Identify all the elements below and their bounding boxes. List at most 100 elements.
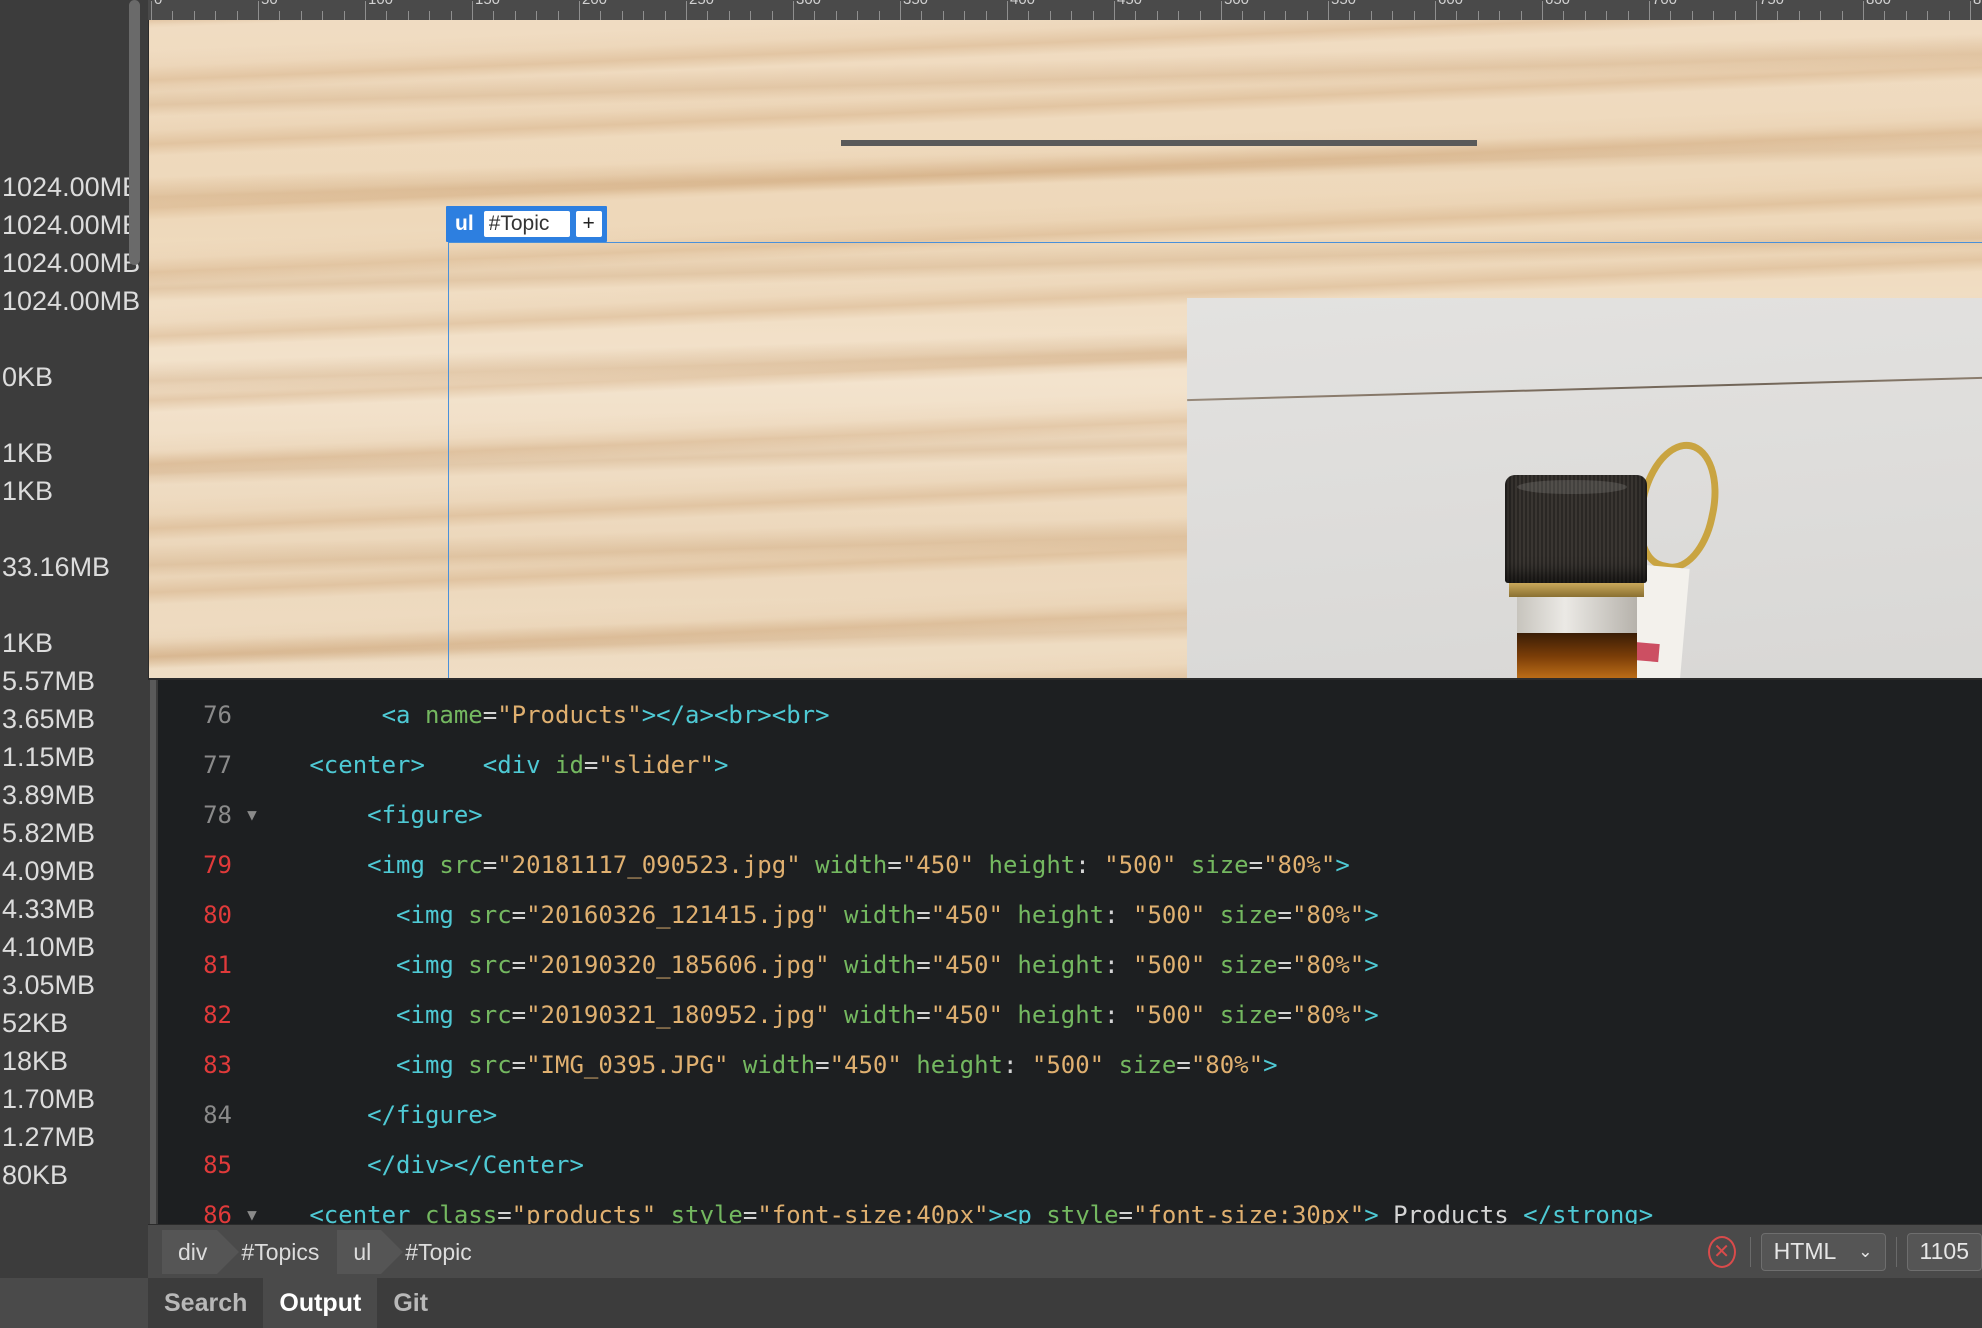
ruler-minor-tick — [1135, 11, 1136, 20]
ruler-minor-tick — [1820, 11, 1821, 20]
code-line[interactable]: 77 <center> <div id="slider"> — [158, 740, 1982, 790]
line-number: 81 — [203, 951, 232, 979]
file-size-item[interactable]: 3.65MB — [0, 700, 140, 738]
sidebar-vertical-scrollbar[interactable] — [129, 0, 140, 265]
ruler-minor-tick — [1178, 11, 1179, 20]
ruler-minor-tick — [1906, 11, 1907, 20]
element-id-input[interactable] — [483, 211, 570, 237]
file-size-item[interactable]: 1KB — [0, 472, 140, 510]
file-size-item[interactable]: 33.16MB — [0, 548, 140, 586]
file-size-item[interactable]: 1.27MB — [0, 1118, 140, 1156]
file-size-item[interactable]: 1KB — [0, 434, 140, 472]
error-indicator-icon[interactable]: ✕ — [1707, 1235, 1736, 1268]
chevron-down-icon: ⌄ — [1858, 1241, 1873, 1261]
breadcrumb-item[interactable]: ul — [337, 1229, 404, 1274]
ruler-minor-tick — [622, 11, 623, 20]
ruler-label: 200 — [582, 0, 607, 8]
ruler-minor-tick — [986, 11, 987, 20]
bottom-tab-output[interactable]: Output — [263, 1278, 378, 1328]
editor-vertical-scrollbar[interactable] — [150, 680, 156, 1224]
code-text: <img src="20181117_090523.jpg" width="45… — [367, 851, 1350, 879]
ruler-major-tick — [258, 1, 259, 20]
element-inspector-widget[interactable]: ul + — [446, 206, 607, 242]
code-line[interactable]: 85 </div></Center> — [158, 1140, 1982, 1190]
ruler-major-tick — [1435, 1, 1436, 20]
code-text: <a name="Products"></a><br><br> — [381, 701, 830, 729]
file-size-item[interactable]: 1024.00MB — [0, 244, 140, 282]
line-number: 80 — [203, 901, 232, 929]
code-line[interactable]: 81 <img src="20190320_185606.jpg" width=… — [158, 940, 1982, 990]
code-text: <center> <div id="slider"> — [309, 751, 729, 779]
ruler-minor-tick — [215, 11, 216, 20]
file-size-item[interactable]: 1024.00MB — [0, 206, 140, 244]
ruler-major-tick — [793, 1, 794, 20]
code-line[interactable]: 78 ▼ <figure> — [158, 790, 1982, 840]
bottom-tab-git[interactable]: Git — [377, 1278, 444, 1328]
code-line[interactable]: 84 </figure> — [158, 1090, 1982, 1140]
file-size-item[interactable]: 3.05MB — [0, 966, 140, 1004]
ruler-label: 150 — [475, 0, 500, 8]
breadcrumb-item[interactable]: #Topic — [403, 1230, 481, 1274]
code-line[interactable]: 82 <img src="20190321_180952.jpg" width=… — [158, 990, 1982, 1040]
ruler-label: 400 — [1010, 0, 1035, 8]
product-photo[interactable] — [1187, 298, 1982, 678]
ruler-minor-tick — [1242, 11, 1243, 20]
ruler-minor-tick — [1799, 11, 1800, 20]
ruler-major-tick — [900, 1, 901, 20]
code-text: <img src="20190320_185606.jpg" width="45… — [396, 951, 1379, 979]
ruler-minor-tick — [1264, 11, 1265, 20]
cursor-position-indicator[interactable]: 1105 — [1906, 1232, 1982, 1271]
code-line[interactable]: 76 <a name="Products"></a><br><br> — [158, 690, 1982, 740]
language-label: HTML — [1773, 1238, 1837, 1264]
file-size-item[interactable]: 1.70MB — [0, 1080, 140, 1118]
ruler-minor-tick — [1585, 11, 1586, 20]
live-preview-pane[interactable]: ul + — [148, 20, 1982, 678]
file-size-item[interactable]: 52KB — [0, 1004, 140, 1042]
ruler-label: 250 — [689, 0, 714, 8]
line-number: 83 — [203, 1051, 232, 1079]
line-number: 82 — [203, 1001, 232, 1029]
ruler-minor-tick — [1606, 11, 1607, 20]
bottom-tab-search[interactable]: Search — [148, 1278, 263, 1328]
file-size-item[interactable]: 1.15MB — [0, 738, 140, 776]
code-text: </div></Center> — [367, 1151, 584, 1179]
file-size-item[interactable]: 5.82MB — [0, 814, 140, 852]
file-size-item[interactable]: 3.89MB — [0, 776, 140, 814]
bottom-panel-tabs[interactable]: Search Output Git — [148, 1278, 1982, 1328]
code-editor[interactable]: 76 <a name="Products"></a><br><br> 77 <ce… — [148, 678, 1982, 1224]
file-size-item[interactable]: 4.10MB — [0, 928, 140, 966]
file-size-item[interactable]: 1024.00MB — [0, 282, 140, 320]
editor-gutter-bar — [148, 680, 158, 1224]
code-lines[interactable]: 76 <a name="Products"></a><br><br> 77 <ce… — [158, 690, 1982, 1224]
file-size-sidebar[interactable]: 1024.00MB 1024.00MB 1024.00MB 1024.00MB 0KB 1… — [0, 0, 150, 1328]
code-line[interactable]: 86 ▼ <center class="products" style="font… — [158, 1190, 1982, 1224]
ruler-minor-tick — [1414, 11, 1415, 20]
size-group-spacer — [0, 586, 140, 624]
bottle-gold-collar — [1509, 583, 1644, 597]
code-line[interactable]: 83 <img src="IMG_0395.JPG" width="450" h… — [158, 1040, 1982, 1090]
file-size-item[interactable]: 80KB — [0, 1156, 140, 1194]
code-line[interactable]: 80 <img src="20160326_121415.jpg" width=… — [158, 890, 1982, 940]
file-size-item[interactable]: 1KB — [0, 624, 140, 662]
add-element-button[interactable]: + — [575, 211, 602, 237]
file-size-item[interactable]: 4.09MB — [0, 852, 140, 890]
breadcrumb-item[interactable]: div — [162, 1229, 240, 1274]
file-size-item[interactable]: 5.57MB — [0, 662, 140, 700]
ruler-major-tick — [1970, 1, 1971, 20]
ruler-label: 0 — [154, 0, 162, 8]
file-size-item[interactable]: 0KB — [0, 358, 140, 396]
language-select[interactable]: HTML ⌄ — [1760, 1232, 1886, 1271]
breadcrumb-item[interactable]: #Topics — [239, 1230, 329, 1274]
photo-crack-line — [1187, 376, 1982, 402]
file-size-item[interactable]: 4.33MB — [0, 890, 140, 928]
ruler-minor-tick — [1563, 11, 1564, 20]
code-fold-arrow-icon[interactable]: ▼ — [238, 790, 266, 840]
ruler-minor-tick — [301, 11, 302, 20]
code-fold-arrow-icon[interactable]: ▼ — [238, 1190, 266, 1224]
file-size-item[interactable]: 18KB — [0, 1042, 140, 1080]
code-text: <figure> — [367, 801, 483, 829]
file-size-item[interactable]: 1024.00MB — [0, 168, 140, 206]
code-line[interactable]: 79 <img src="20181117_090523.jpg" width=… — [158, 840, 1982, 890]
breadcrumb[interactable]: div #Topics ul #Topic — [162, 1229, 490, 1274]
ruler-label: 450 — [1117, 0, 1142, 8]
